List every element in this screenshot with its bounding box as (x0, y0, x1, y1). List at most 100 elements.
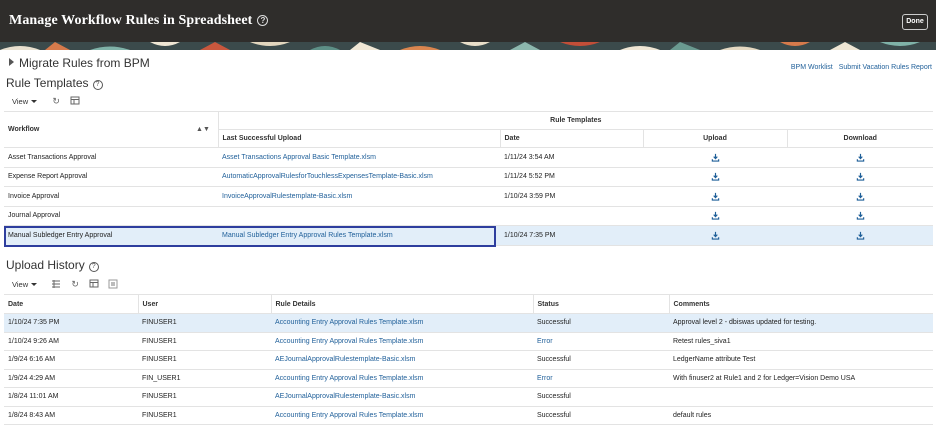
last-upload-link[interactable]: InvoiceApprovalRulestemplate-Basic.xlsm (218, 186, 500, 207)
status-cell[interactable]: Error (533, 369, 669, 388)
rule-details-link[interactable]: AEJournalApprovalRulestemplate-Basic.xls… (271, 387, 533, 407)
rule-details-link[interactable]: Accounting Entry Approval Rules Template… (271, 406, 533, 425)
date-cell: 1/10/24 3:59 PM (500, 186, 643, 207)
workflow-cell: Journal Approval (4, 206, 218, 226)
rule-details-link[interactable]: Accounting Entry Approval Rules Template… (271, 369, 533, 388)
date-cell: 1/10/24 9:26 AM (4, 332, 138, 351)
history-view-menu[interactable]: View (12, 280, 38, 289)
table-row[interactable]: 1/9/24 6:16 AM FINUSER1 AEJournalApprovalR… (4, 350, 933, 370)
rule-templates-help-icon[interactable]: ? (92, 80, 103, 90)
table-row[interactable]: Journal Approval (4, 206, 933, 226)
chevron-down-icon (31, 282, 38, 286)
upload-history-table: Date User Rule Details Status Comments 1… (4, 294, 933, 425)
help-icon[interactable]: ? (257, 15, 269, 26)
upload-icon[interactable] (711, 173, 720, 181)
upload-history-help-icon[interactable]: ? (88, 262, 99, 272)
upload-icon[interactable] (711, 212, 720, 220)
column-header-download[interactable]: Download (786, 129, 933, 148)
upload-icon[interactable] (711, 231, 720, 240)
table-row[interactable]: Invoice Approval InvoiceApprovalRulestemp… (4, 186, 933, 207)
refresh-icon[interactable]: ↻ (70, 279, 80, 289)
download-cell (787, 186, 933, 207)
upload-icon[interactable] (711, 192, 720, 201)
download-icon[interactable] (856, 231, 865, 240)
detach-table-icon[interactable] (89, 279, 99, 289)
column-header-upload[interactable]: Upload (642, 129, 787, 148)
date-cell: 1/11/24 5:52 PM (500, 167, 643, 187)
last-upload-link[interactable]: AutomaticApprovalRulesforTouchlessExpens… (218, 167, 500, 187)
download-icon[interactable] (856, 192, 865, 201)
user-cell: FINUSER1 (138, 313, 271, 333)
table-row[interactable]: Asset Transactions Approval Asset Transac… (4, 147, 933, 168)
download-cell (787, 167, 933, 187)
user-cell: FINUSER1 (138, 406, 271, 425)
table-row[interactable]: Expense Report Approval AutomaticApproval… (4, 167, 933, 187)
table-row[interactable]: 1/10/24 9:26 AM FINUSER1 Accounting Entry … (4, 332, 933, 351)
done-button[interactable]: Done (902, 14, 928, 30)
column-header-date[interactable]: Date (499, 129, 643, 148)
date-cell: 1/8/24 8:43 AM (4, 406, 138, 425)
table-row[interactable]: 1/9/24 4:29 AM FIN_USER1 Accounting Entry … (4, 369, 933, 388)
download-cell (787, 225, 933, 246)
column-header-comments[interactable]: Comments (668, 294, 933, 314)
rule-templates-table: Workflow Rule Templates Last Successful … (4, 111, 933, 246)
table-row[interactable]: Manual Subledger Entry Approval Manual Su… (4, 225, 933, 246)
upload-history-heading: Upload History? (6, 258, 99, 272)
sort-ascending-icon[interactable]: ▲ (196, 126, 203, 133)
banner-pattern (0, 42, 936, 50)
chevron-down-icon (31, 99, 38, 103)
download-icon[interactable] (856, 173, 865, 181)
column-header-date[interactable]: Date (4, 294, 138, 314)
freeze-icon[interactable] (108, 279, 118, 289)
sort-descending-icon[interactable]: ▼ (203, 126, 210, 133)
workflow-cell: Asset Transactions Approval (4, 147, 218, 168)
user-cell: FINUSER1 (138, 387, 271, 407)
upload-cell (643, 147, 787, 168)
migrate-rules-section[interactable]: Migrate Rules from BPM (9, 56, 150, 70)
workflow-cell: Invoice Approval (4, 186, 218, 207)
comments-cell: Approval level 2 - dbiswas updated for t… (669, 313, 933, 333)
last-upload-link[interactable]: Asset Transactions Approval Basic Templa… (218, 147, 500, 168)
upload-history-toolbar: View ↻ (12, 279, 127, 289)
user-cell: FINUSER1 (138, 350, 271, 370)
upload-icon[interactable] (711, 153, 720, 162)
upload-cell (643, 225, 787, 246)
status-cell: Successful (533, 406, 669, 425)
upload-cell (643, 186, 787, 207)
last-upload-link[interactable] (218, 206, 500, 226)
expand-triangle-icon (9, 58, 14, 66)
detach-table-icon[interactable] (70, 96, 80, 106)
refresh-icon[interactable]: ↻ (51, 96, 61, 106)
bpm-worklist-link[interactable]: BPM Worklist (791, 64, 833, 71)
comments-cell: default rules (669, 406, 933, 425)
rule-details-link[interactable]: Accounting Entry Approval Rules Template… (271, 313, 533, 333)
column-header-rule-details[interactable]: Rule Details (270, 294, 533, 314)
view-menu[interactable]: View (12, 97, 38, 106)
submit-vacation-rules-link[interactable]: Submit Vacation Rules Report (839, 64, 932, 71)
table-row[interactable]: 1/10/24 7:35 PM FINUSER1 Accounting Entry … (4, 313, 933, 333)
status-cell[interactable]: Error (533, 332, 669, 351)
sort-icons[interactable]: ▲▼ (196, 126, 210, 133)
comments-cell: LedgerName attribute Test (669, 350, 933, 370)
download-icon[interactable] (856, 153, 865, 162)
upload-cell (643, 167, 787, 187)
columns-icon[interactable] (51, 279, 61, 289)
table-row[interactable]: 1/8/24 11:01 AM FINUSER1 AEJournalApproval… (4, 387, 933, 407)
column-header-user[interactable]: User (137, 294, 271, 314)
download-icon[interactable] (856, 212, 865, 220)
column-header-status[interactable]: Status (532, 294, 669, 314)
comments-cell: With finuser2 at Rule1 and 2 for Ledger=… (669, 369, 933, 388)
table-row[interactable]: 1/8/24 8:43 AM FINUSER1 Accounting Entry A… (4, 406, 933, 425)
status-cell: Successful (533, 313, 669, 333)
column-header-workflow[interactable]: Workflow (4, 111, 218, 148)
rule-details-link[interactable]: Accounting Entry Approval Rules Template… (271, 332, 533, 351)
column-header-last-upload[interactable]: Last Successful Upload (217, 129, 500, 148)
date-cell: 1/10/24 7:35 PM (500, 225, 643, 246)
rule-details-link[interactable]: AEJournalApprovalRulestemplate-Basic.xls… (271, 350, 533, 370)
last-upload-link[interactable]: Manual Subledger Entry Approval Rules Te… (218, 225, 500, 246)
user-cell: FINUSER1 (138, 332, 271, 351)
date-cell: 1/9/24 6:16 AM (4, 350, 138, 370)
workflow-cell: Manual Subledger Entry Approval (4, 225, 218, 246)
comments-cell (669, 387, 933, 407)
group-header-rule-templates: Rule Templates (217, 111, 933, 130)
